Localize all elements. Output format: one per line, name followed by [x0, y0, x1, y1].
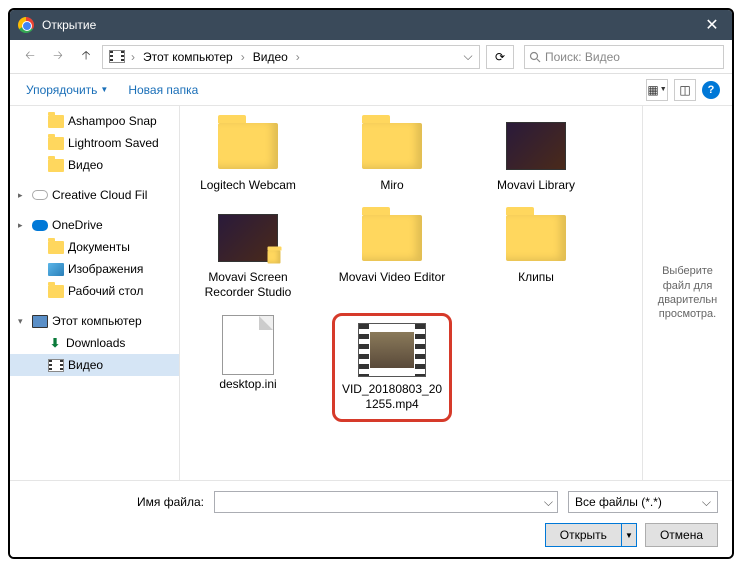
- chevron-down-icon[interactable]: ⌵: [702, 495, 711, 510]
- sidebar-item-label: Рабочий стол: [68, 284, 143, 298]
- breadcrumb-video[interactable]: Видео: [247, 46, 294, 68]
- breadcrumb-pc[interactable]: Этот компьютер: [137, 46, 239, 68]
- sidebar-item[interactable]: ▸Creative Cloud Fil: [10, 184, 179, 206]
- video-icon: [48, 359, 64, 372]
- filename-label: Имя файла:: [24, 495, 204, 509]
- file-label: desktop.ini: [219, 377, 276, 393]
- file-label: VID_20180803_201255.mp4: [341, 382, 443, 413]
- file-label: Logitech Webcam: [200, 178, 296, 194]
- chevron-right-icon[interactable]: ›: [294, 50, 302, 64]
- folder-icon: [48, 115, 64, 128]
- filetype-filter[interactable]: Все файлы (*.*)⌵: [568, 491, 718, 513]
- file-pane: Logitech Webcam Miro Movavi Library Movavi …: [180, 106, 732, 480]
- folder-icon: [501, 210, 571, 266]
- folder-icon: [357, 118, 427, 174]
- content-area: Ashampoo Snap Lightroom Saved Видео ▸Creati…: [10, 106, 732, 480]
- sidebar-item[interactable]: Видео: [10, 154, 179, 176]
- file-item[interactable]: VID_20180803_201255.mp4: [332, 313, 452, 422]
- sidebar-item-label: Creative Cloud Fil: [52, 188, 147, 202]
- open-button[interactable]: Открыть ▼: [545, 523, 637, 547]
- sidebar-item[interactable]: Изображения: [10, 258, 179, 280]
- folder-icon: [48, 285, 64, 298]
- file-label: Movavi Video Editor: [339, 270, 446, 286]
- file-item[interactable]: desktop.ini: [188, 313, 308, 422]
- chrome-icon: [18, 17, 34, 33]
- video-folder-icon: [109, 49, 125, 65]
- download-icon: ⬇: [48, 336, 62, 350]
- pictures-icon: [48, 263, 64, 276]
- sidebar-item[interactable]: Документы: [10, 236, 179, 258]
- refresh-button[interactable]: ⟳: [486, 45, 514, 69]
- search-placeholder: Поиск: Видео: [545, 50, 620, 64]
- folder-icon: [357, 210, 427, 266]
- file-item[interactable]: Logitech Webcam: [188, 114, 308, 198]
- cancel-button[interactable]: Отмена: [645, 523, 718, 547]
- address-bar[interactable]: › Этот компьютер › Видео › ⌵: [102, 45, 480, 69]
- sidebar-item-label: Видео: [68, 158, 103, 172]
- sidebar-item-label: OneDrive: [52, 218, 103, 232]
- file-label: Movavi Library: [497, 178, 575, 194]
- folder-icon: [213, 118, 283, 174]
- preview-pane: Выберите файл для дварительн просмотра.: [642, 106, 732, 480]
- sidebar-item[interactable]: Lightroom Saved: [10, 132, 179, 154]
- sidebar-item[interactable]: ▾Этот компьютер: [10, 310, 179, 332]
- sidebar-item-label: Видео: [68, 358, 103, 372]
- folder-thumbnail-icon: [501, 118, 571, 174]
- chevron-right-icon[interactable]: ›: [129, 50, 137, 64]
- view-button[interactable]: ▦▼: [646, 79, 668, 101]
- forward-button: 🡢: [46, 45, 70, 69]
- folder-icon: [48, 159, 64, 172]
- sidebar-item[interactable]: ▸OneDrive: [10, 214, 179, 236]
- pc-icon: [32, 315, 48, 328]
- titlebar: Открытие ✕: [10, 10, 732, 40]
- video-file-icon: [357, 322, 427, 378]
- file-label: Клипы: [518, 270, 554, 286]
- up-button[interactable]: 🡡: [74, 45, 98, 69]
- dialog: Открытие ✕ 🡠 🡢 🡡 › Этот компьютер › Виде…: [8, 8, 734, 559]
- sidebar-item-label: Изображения: [68, 262, 143, 276]
- file-item[interactable]: Клипы: [476, 206, 596, 305]
- toolbar: Упорядочить▼ Новая папка ▦▼ ◫ ?: [10, 74, 732, 106]
- sidebar-item-label: Документы: [68, 240, 130, 254]
- preview-pane-button[interactable]: ◫: [674, 79, 696, 101]
- sidebar-item[interactable]: ⬇ Downloads: [10, 332, 179, 354]
- close-button[interactable]: ✕: [692, 10, 732, 40]
- sidebar-item-label: Downloads: [66, 336, 125, 350]
- sidebar-item[interactable]: Ashampoo Snap: [10, 110, 179, 132]
- open-split-button[interactable]: ▼: [622, 531, 636, 540]
- chevron-down-icon[interactable]: ⌵: [544, 495, 553, 510]
- document-icon: [213, 317, 283, 373]
- sidebar-item-label: Этот компьютер: [52, 314, 142, 328]
- folder-icon: [48, 137, 64, 150]
- back-button[interactable]: 🡠: [18, 45, 42, 69]
- onedrive-icon: [32, 220, 48, 231]
- file-item[interactable]: Miro: [332, 114, 452, 198]
- sidebar-item-label: Lightroom Saved: [68, 136, 159, 150]
- folder-thumbnail-icon: [213, 210, 283, 266]
- file-grid[interactable]: Logitech Webcam Miro Movavi Library Movavi …: [180, 106, 642, 480]
- sidebar-item[interactable]: Рабочий стол: [10, 280, 179, 302]
- address-dropdown[interactable]: ⌵: [459, 49, 477, 64]
- search-icon: [529, 51, 541, 63]
- new-folder-button[interactable]: Новая папка: [124, 81, 202, 99]
- folder-icon: [48, 241, 64, 254]
- window-title: Открытие: [42, 18, 692, 32]
- sidebar[interactable]: Ashampoo Snap Lightroom Saved Видео ▸Creati…: [10, 106, 180, 480]
- filename-input[interactable]: ⌵: [214, 491, 558, 513]
- help-button[interactable]: ?: [702, 81, 720, 99]
- file-item[interactable]: Movavi Screen Recorder Studio: [188, 206, 308, 305]
- organize-button[interactable]: Упорядочить▼: [22, 81, 112, 99]
- file-label: Miro: [380, 178, 403, 194]
- file-label: Movavi Screen Recorder Studio: [192, 270, 304, 301]
- cloud-icon: [32, 190, 48, 200]
- file-item[interactable]: Movavi Library: [476, 114, 596, 198]
- chevron-right-icon[interactable]: ›: [239, 50, 247, 64]
- nav-row: 🡠 🡢 🡡 › Этот компьютер › Видео › ⌵ ⟳ Пои…: [10, 40, 732, 74]
- sidebar-item[interactable]: Видео: [10, 354, 179, 376]
- search-input[interactable]: Поиск: Видео: [524, 45, 724, 69]
- file-item[interactable]: Movavi Video Editor: [332, 206, 452, 305]
- sidebar-item-label: Ashampoo Snap: [68, 114, 157, 128]
- bottom-panel: Имя файла: ⌵ Все файлы (*.*)⌵ Открыть ▼ …: [10, 480, 732, 557]
